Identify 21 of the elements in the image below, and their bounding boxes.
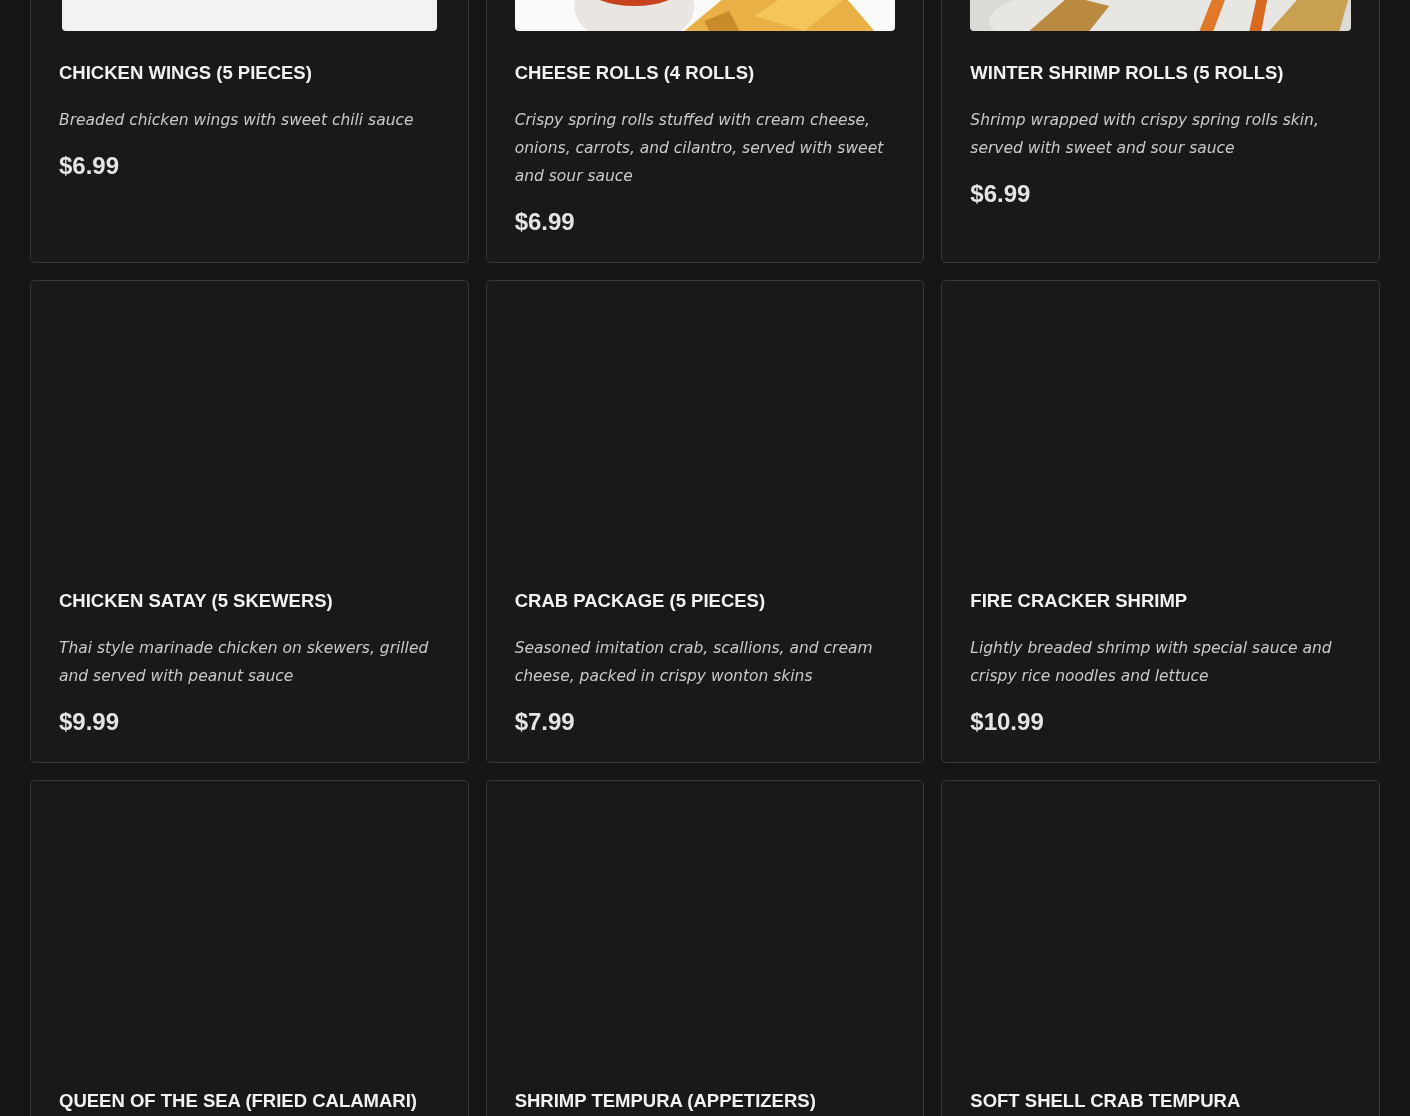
- item-name: CHEESE ROLLS (4 ROLLS): [514, 61, 756, 85]
- item-price: $9.99: [59, 707, 121, 737]
- item-price: $7.99: [514, 707, 576, 737]
- item-name: CRAB PACKAGE (5 PIECES): [514, 589, 767, 613]
- item-price: $6.99: [970, 179, 1032, 209]
- item-description: Shrimp wrapped with crispy spring rolls skin, served with sweet and sour sauce: [970, 110, 1320, 159]
- item-price: $6.99: [59, 151, 121, 181]
- item-name: CHICKEN WINGS (5 PIECES): [59, 61, 313, 85]
- item-name: QUEEN OF THE SEA (FRIED CALAMARI): [59, 1089, 418, 1113]
- item-name: WINTER SHRIMP ROLLS (5 ROLLS): [970, 61, 1285, 85]
- item-name: SHRIMP TEMPURA (APPETIZERS): [514, 1089, 817, 1113]
- item-description: Crispy spring rolls stuffed with cream cheese, onions, carrots, and cilantro, served with sweet and sour sauce: [514, 110, 885, 187]
- item-description: Lightly breaded shrimp with special sauce and crispy rice noodles and lettuce: [970, 638, 1333, 687]
- item-description: Breaded chicken wings with sweet chili sauce: [59, 110, 415, 131]
- item-price: $6.99: [514, 207, 576, 237]
- item-name: SOFT SHELL CRAB TEMPURA: [970, 1089, 1242, 1113]
- item-price: $10.99: [970, 707, 1045, 737]
- item-name: FIRE CRACKER SHRIMP: [970, 589, 1189, 613]
- item-name: CHICKEN SATAY (5 SKEWERS): [59, 589, 334, 613]
- item-description: Thai style marinade chicken on skewers, grilled and served with peanut sauce: [59, 638, 430, 687]
- item-description: Seasoned imitation crab, scallions, and cream cheese, packed in crispy wonton skins: [514, 638, 874, 687]
